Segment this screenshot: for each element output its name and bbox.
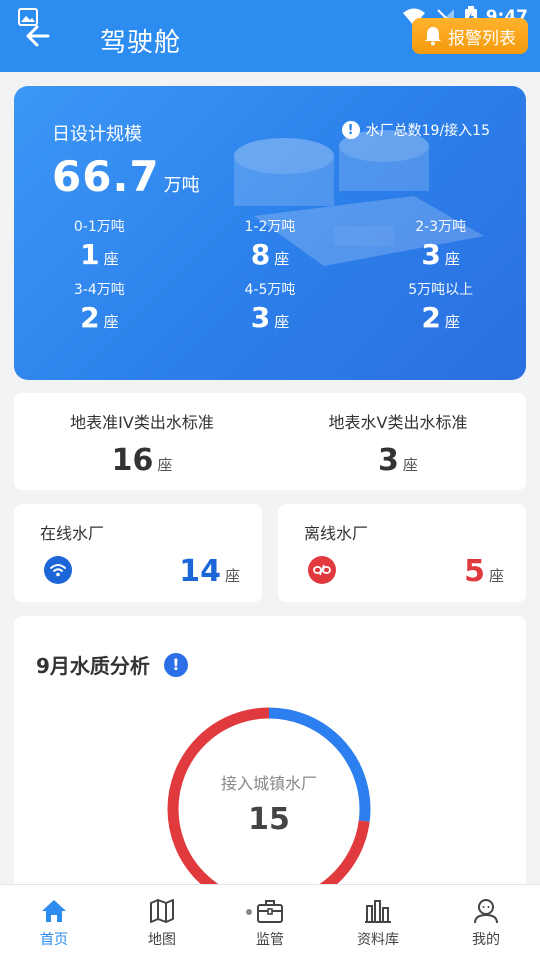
standard-label: 地表准IV类出水标准 — [70, 413, 214, 432]
water-quality-title: 9月水质分析 — [36, 654, 150, 678]
online-plants-count: 14 — [179, 554, 221, 589]
online-plants-unit: 座 — [224, 567, 240, 585]
briefcase-icon — [255, 897, 285, 925]
nav-home[interactable]: 首页 — [0, 885, 108, 960]
range-count: 3 — [250, 301, 271, 334]
range-label: 3-4万吨 — [73, 282, 125, 298]
offline-plants-unit: 座 — [488, 567, 504, 585]
range-label: 5万吨以上 — [408, 282, 474, 298]
back-button[interactable] — [24, 24, 54, 50]
range-cell: 4-5万吨 3座 — [185, 279, 356, 334]
nav-label: 我的 — [472, 932, 500, 948]
plant-count-info[interactable]: ! 水厂总数19/接入15 — [341, 120, 490, 140]
range-count: 8 — [250, 238, 271, 271]
offline-plants-count: 5 — [464, 554, 485, 589]
user-icon — [471, 897, 501, 925]
page-title: 驾驶舱 — [100, 28, 182, 58]
map-icon — [147, 897, 177, 925]
nav-label: 监管 — [256, 932, 284, 948]
capacity-total-value: 66.7 — [52, 152, 160, 201]
notification-dot — [246, 909, 252, 915]
range-unit: 座 — [103, 313, 119, 331]
range-unit: 座 — [444, 250, 460, 268]
capacity-range-grid: 0-1万吨 1座 1-2万吨 8座 2-3万吨 3座 3-4万吨 2座 4-5万… — [14, 216, 526, 334]
range-count: 2 — [80, 301, 100, 334]
range-unit: 座 — [274, 250, 290, 268]
broken-link-icon — [308, 556, 336, 584]
range-count: 1 — [80, 238, 100, 271]
standard-v[interactable]: 地表水V类出水标准 3座 — [270, 393, 526, 490]
range-cell: 3-4万吨 2座 — [14, 279, 185, 334]
water-quality-title-row: 9月水质分析 ! — [36, 650, 188, 679]
donut-value: 15 — [248, 802, 290, 837]
range-label: 4-5万吨 — [244, 282, 296, 298]
nav-supervision[interactable]: 监管 — [216, 885, 324, 960]
range-unit: 座 — [274, 313, 290, 331]
standard-unit: 座 — [402, 456, 418, 474]
capacity-total-unit: 万吨 — [163, 175, 200, 196]
online-plants-card[interactable]: 在线水厂 14 座 — [14, 504, 262, 602]
range-count: 3 — [421, 238, 441, 271]
standard-count: 16 — [111, 443, 154, 478]
range-count: 2 — [421, 301, 441, 334]
offline-plants-card[interactable]: 离线水厂 5座 — [278, 504, 526, 602]
range-cell: 1-2万吨 8座 — [185, 216, 356, 271]
capacity-card[interactable]: 日设计规模 66.7 万吨 ! 水厂总数19/接入15 0-1万吨 1座 1-2… — [14, 86, 526, 380]
range-cell: 5万吨以上 2座 — [355, 279, 526, 334]
range-label: 1-2万吨 — [244, 219, 296, 235]
wifi-icon — [44, 556, 72, 584]
alarm-list-button[interactable]: 报警列表 — [412, 18, 528, 54]
app-header: 9:47 驾驶舱 报警列表 — [0, 0, 540, 72]
capacity-label: 日设计规模 — [52, 124, 142, 145]
nav-label: 地图 — [148, 932, 176, 948]
standard-label: 地表水V类出水标准 — [328, 413, 468, 432]
bell-icon — [425, 27, 441, 46]
alarm-list-label: 报警列表 — [448, 28, 516, 49]
nav-label: 资料库 — [357, 932, 399, 948]
range-cell: 0-1万吨 1座 — [14, 216, 185, 271]
donut-label: 接入城镇水厂 — [220, 774, 317, 793]
nav-map[interactable]: 地图 — [108, 885, 216, 960]
nav-label: 首页 — [40, 932, 68, 948]
bottom-navigation: 首页 地图 监管 资料库 我的 — [0, 884, 540, 960]
info-icon: ! — [341, 121, 360, 139]
standard-unit: 座 — [157, 456, 173, 474]
standard-count: 3 — [378, 443, 399, 478]
home-icon — [39, 897, 69, 925]
arrow-left-icon — [26, 25, 50, 47]
nav-library[interactable]: 资料库 — [324, 885, 432, 960]
water-quality-card: 9月水质分析 ! 接入城镇水厂 15 — [14, 616, 526, 911]
range-label: 0-1万吨 — [73, 219, 125, 235]
capacity-total: 66.7 万吨 — [52, 152, 200, 201]
library-icon — [363, 897, 393, 925]
range-unit: 座 — [444, 313, 460, 331]
range-unit: 座 — [103, 250, 119, 268]
online-plants-label: 在线水厂 — [40, 524, 105, 543]
standards-card: 地表准IV类出水标准 16 座 地表水V类出水标准 3座 — [14, 393, 526, 490]
range-cell: 2-3万吨 3座 — [355, 216, 526, 271]
plant-count-text: 水厂总数19/接入15 — [365, 123, 490, 139]
nav-profile[interactable]: 我的 — [432, 885, 540, 960]
standard-iv[interactable]: 地表准IV类出水标准 16 座 — [14, 393, 270, 490]
offline-plants-label: 离线水厂 — [304, 524, 369, 543]
range-label: 2-3万吨 — [415, 219, 467, 235]
info-icon[interactable]: ! — [163, 652, 188, 677]
